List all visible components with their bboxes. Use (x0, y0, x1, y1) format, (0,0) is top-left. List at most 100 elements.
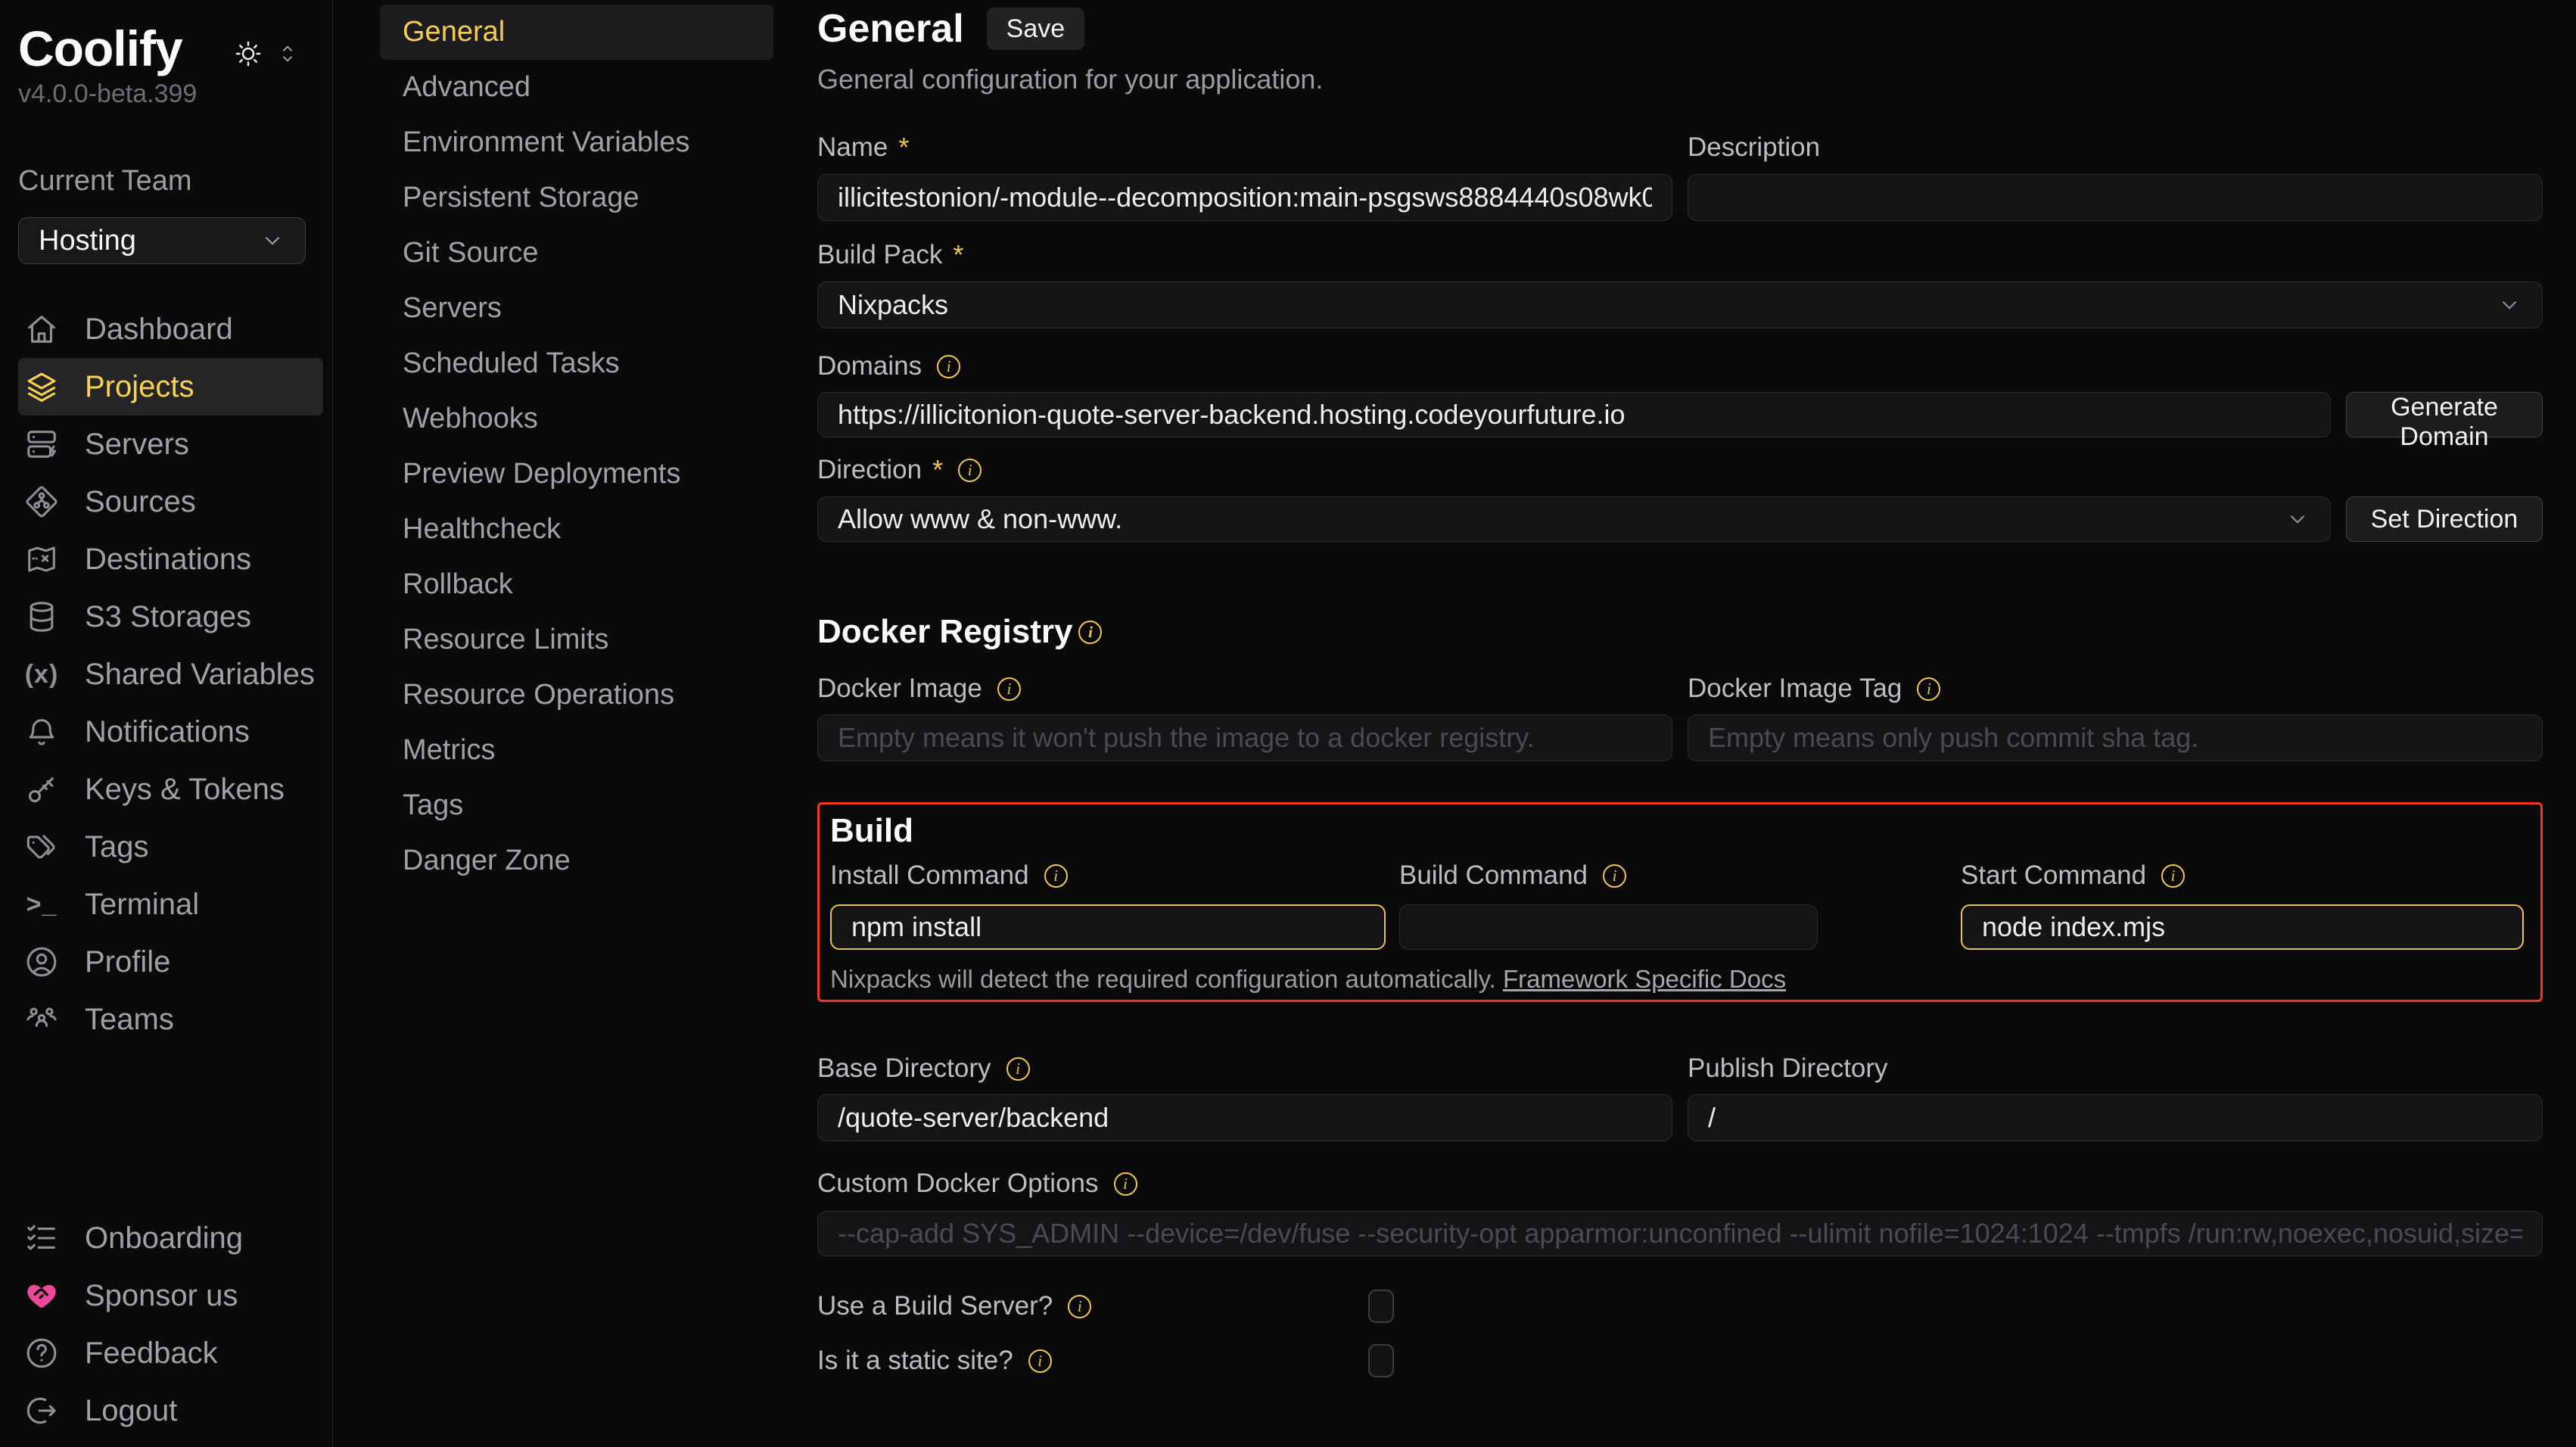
app-title: Coolify (18, 23, 182, 75)
sidebar-item-keys-tokens[interactable]: Keys & Tokens (18, 761, 323, 818)
brand-row: Coolify (18, 23, 332, 75)
submenu-item-rollback[interactable]: Rollback (380, 557, 773, 612)
info-icon[interactable]: i (958, 459, 982, 482)
custom-docker-options-input[interactable] (817, 1211, 2543, 1256)
submenu-item-resource-operations[interactable]: Resource Operations (380, 667, 773, 723)
info-icon[interactable]: i (1068, 1295, 1091, 1318)
chevrons-up-down-icon[interactable] (276, 42, 299, 65)
submenu-item-tags[interactable]: Tags (380, 778, 773, 833)
sidebar-item-onboarding[interactable]: Onboarding (18, 1209, 317, 1267)
publish-directory-label: Publish Directory (1688, 1053, 2543, 1084)
direction-select[interactable]: Allow www & non-www. (817, 496, 2331, 542)
submenu-item-general[interactable]: General (380, 5, 773, 60)
sidebar-item-feedback[interactable]: Feedback (18, 1324, 317, 1382)
publish-directory-input[interactable] (1688, 1094, 2543, 1141)
app-root: Coolify v4.0.0-beta.399 Current Team Hos… (0, 0, 2576, 1447)
domains-input[interactable] (817, 392, 2331, 437)
framework-docs-link[interactable]: Framework Specific Docs (1503, 965, 1786, 993)
submenu-item-advanced[interactable]: Advanced (380, 60, 773, 115)
main-sidebar: Coolify v4.0.0-beta.399 Current Team Hos… (0, 0, 333, 1447)
sidebar-item-shared-variables[interactable]: (x)Shared Variables (18, 646, 323, 703)
sidebar-item-servers[interactable]: Servers (18, 415, 323, 473)
sidebar-item-logout[interactable]: Logout (18, 1382, 317, 1439)
sidebar-item-tags[interactable]: Tags (18, 818, 323, 876)
submenu-item-healthcheck[interactable]: Healthcheck (380, 502, 773, 557)
base-directory-input[interactable] (817, 1094, 1672, 1141)
git-source-icon (24, 484, 59, 519)
submenu-item-preview-deployments[interactable]: Preview Deployments (380, 447, 773, 502)
save-button[interactable]: Save (987, 8, 1085, 50)
submenu-item-git-source[interactable]: Git Source (380, 226, 773, 281)
terminal-icon: >_ (24, 887, 59, 922)
direction-label: Direction*i (817, 454, 2543, 486)
sidebar-item-sponsor-us[interactable]: Sponsor us (18, 1267, 317, 1324)
use-build-server-row: Use a Build Server?i (817, 1290, 2543, 1323)
submenu-item-metrics[interactable]: Metrics (380, 723, 773, 778)
is-static-site-checkbox[interactable] (1368, 1344, 1394, 1377)
main-content: General Save General configuration for y… (817, 0, 2543, 1447)
sidebar-item-s3-storages[interactable]: S3 Storages (18, 588, 323, 646)
build-section-annotation: Build Install Commandi Build Commandi St… (817, 802, 2543, 1002)
submenu-item-danger-zone[interactable]: Danger Zone (380, 833, 773, 888)
submenu-item-scheduled-tasks[interactable]: Scheduled Tasks (380, 336, 773, 391)
team-select[interactable]: Hosting (18, 217, 306, 264)
name-input[interactable] (817, 174, 1672, 221)
sidebar-item-terminal[interactable]: >_Terminal (18, 876, 323, 933)
submenu-item-persistent-storage[interactable]: Persistent Storage (380, 170, 773, 226)
info-icon[interactable]: i (1603, 864, 1626, 888)
info-icon[interactable]: i (1917, 677, 1940, 701)
start-command-input[interactable] (1961, 904, 2524, 950)
info-icon[interactable]: i (2161, 864, 2185, 888)
submenu-item-resource-limits[interactable]: Resource Limits (380, 612, 773, 667)
docker-image-input[interactable] (817, 714, 1672, 761)
use-build-server-checkbox[interactable] (1368, 1290, 1394, 1323)
info-icon[interactable]: i (1114, 1172, 1137, 1196)
info-icon[interactable]: i (1078, 621, 1102, 644)
required-asterisk: * (898, 132, 909, 163)
info-icon[interactable]: i (1044, 864, 1068, 888)
submenu-item-environment-variables[interactable]: Environment Variables (380, 115, 773, 170)
generate-domain-button[interactable]: Generate Domain (2346, 392, 2543, 437)
nixpacks-note: Nixpacks will detect the required config… (830, 965, 2524, 994)
base-directory-label: Base Directoryi (817, 1053, 1672, 1084)
docker-image-tag-input[interactable] (1688, 714, 2543, 761)
map-icon (24, 542, 59, 577)
servers-icon (24, 427, 59, 462)
info-icon[interactable]: i (1028, 1349, 1052, 1373)
info-icon[interactable]: i (997, 677, 1021, 701)
theme-toggle-sun-icon[interactable] (234, 39, 263, 68)
build-command-label: Build Commandi (1399, 860, 1818, 891)
sidebar-item-teams[interactable]: Teams (18, 991, 323, 1048)
build-pack-select[interactable]: Nixpacks (817, 282, 2543, 328)
description-input[interactable] (1688, 174, 2543, 221)
database-icon (24, 599, 59, 634)
sidebar-item-profile[interactable]: Profile (18, 933, 323, 991)
users-icon (24, 1002, 59, 1037)
bell-icon (24, 714, 59, 749)
page-title: General (817, 6, 964, 51)
install-command-input[interactable] (830, 904, 1386, 950)
set-direction-button[interactable]: Set Direction (2346, 496, 2543, 542)
start-command-label: Start Commandi (1961, 860, 2524, 891)
sidebar-item-sources[interactable]: Sources (18, 473, 323, 531)
layers-icon (24, 369, 59, 404)
help-circle-icon (24, 1336, 59, 1371)
submenu-item-servers[interactable]: Servers (380, 281, 773, 336)
build-command-input[interactable] (1399, 904, 1818, 950)
sidebar-item-destinations[interactable]: Destinations (18, 531, 323, 588)
sidebar-footer-nav: Onboarding Sponsor us Feedback Logout (18, 1209, 326, 1439)
info-icon[interactable]: i (1006, 1057, 1030, 1081)
docker-image-label: Docker Imagei (817, 674, 1672, 704)
sidebar-item-notifications[interactable]: Notifications (18, 703, 323, 761)
chevron-down-icon (2497, 292, 2522, 318)
sidebar-item-projects[interactable]: Projects (18, 358, 323, 415)
custom-docker-options-label: Custom Docker Optionsi (817, 1168, 2543, 1199)
shared-variables-icon: (x) (24, 657, 59, 692)
team-select-value: Hosting (39, 225, 136, 257)
current-team-label: Current Team (18, 165, 332, 198)
submenu-item-webhooks[interactable]: Webhooks (380, 391, 773, 447)
key-icon (24, 772, 59, 807)
sidebar-item-dashboard[interactable]: Dashboard (18, 300, 323, 358)
info-icon[interactable]: i (937, 355, 960, 378)
docker-registry-heading: Docker Registryi (817, 613, 2543, 651)
